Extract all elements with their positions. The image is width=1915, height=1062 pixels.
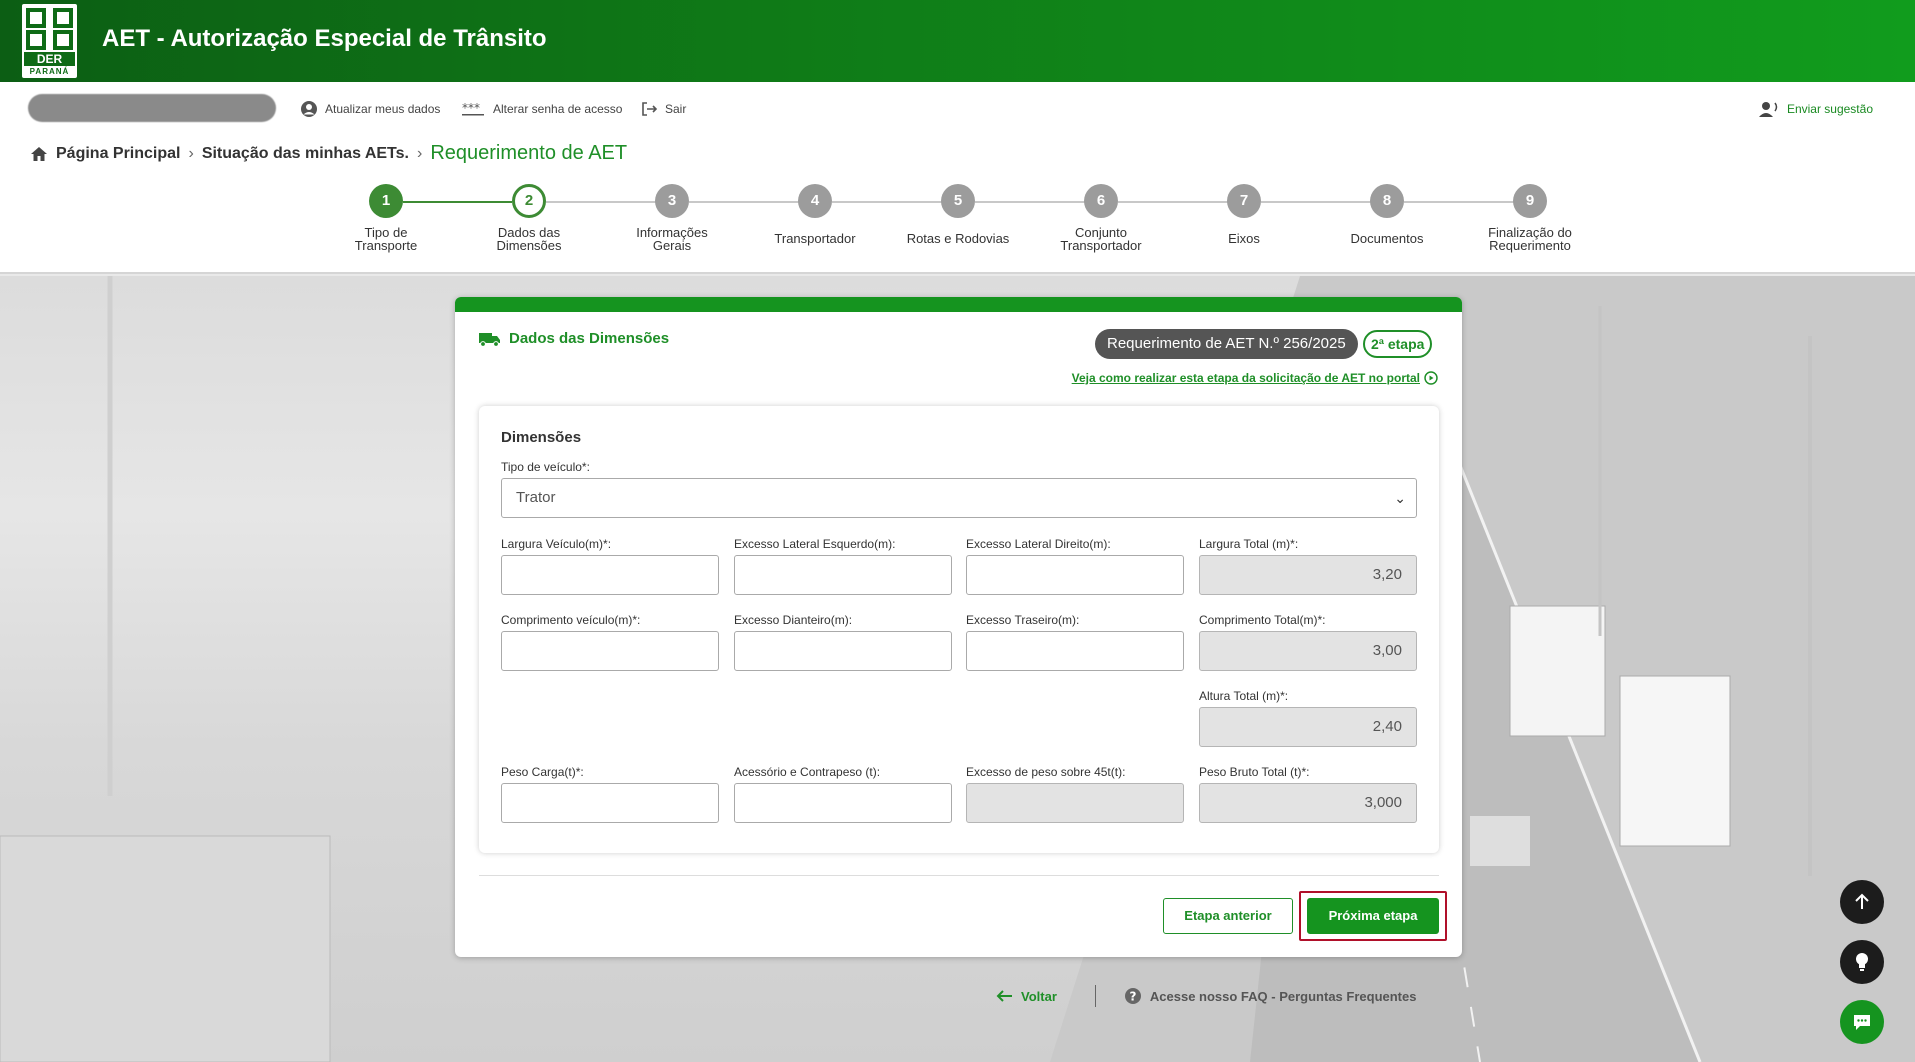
password-dots-icon: *** xyxy=(462,101,484,116)
breadcrumb-stepper-panel: Página Principal › Situação das minhas A… xyxy=(0,134,1915,274)
peso-bruto-total-input: 3,000 xyxy=(1199,783,1417,823)
card-accent-bar xyxy=(455,297,1462,312)
faq-link-text: Acesse nosso FAQ - Perguntas Frequentes xyxy=(1149,988,1417,1004)
step-6[interactable]: 6 Conjunto Transportador xyxy=(1031,184,1171,252)
card-title: Dados das Dimensões xyxy=(479,330,669,347)
step-3[interactable]: 3 Informações Gerais xyxy=(602,184,742,252)
excesso-traseiro-label: Excesso Traseiro(m): xyxy=(966,613,1080,627)
section-title: Dimensões xyxy=(501,429,582,446)
play-circle-icon xyxy=(1424,371,1438,385)
chevron-down-icon: ⌄ xyxy=(1394,490,1406,506)
logout-link[interactable]: Sair xyxy=(640,100,686,118)
help-link[interactable]: Veja como realizar esta etapa da solicit… xyxy=(1072,371,1438,385)
step-2[interactable]: 2 Dados das Dimensões xyxy=(459,184,599,252)
user-circle-icon xyxy=(301,101,317,117)
change-password-label: Alterar senha de acesso xyxy=(493,102,623,116)
footer-separator xyxy=(1094,985,1096,1007)
card-title-text: Dados das Dimensões xyxy=(509,330,670,347)
vehicle-type-select[interactable]: Trator ⌄ xyxy=(501,478,1417,518)
vehicle-type-value: Trator xyxy=(516,489,556,506)
acessorio-contrapeso-input[interactable] xyxy=(734,783,952,823)
excesso-lateral-esquerdo-input[interactable] xyxy=(734,555,952,595)
user-name-badge xyxy=(28,94,276,122)
breadcrumb-aets[interactable]: Situação das minhas AETs. xyxy=(202,145,409,163)
vehicle-type-label: Tipo de veículo*: xyxy=(501,460,590,474)
user-bar: Atualizar meus dados *** Alterar senha d… xyxy=(0,82,1915,134)
largura-veiculo-label: Largura Veículo(m)*: xyxy=(501,537,612,551)
dimensions-form: Dimensões Tipo de veículo*: Trator ⌄ Lar… xyxy=(479,406,1439,853)
excesso-lateral-direito-label: Excesso Lateral Direito(m): xyxy=(966,537,1111,551)
altura-total-input: 2,40 xyxy=(1199,707,1417,747)
chevron-right-icon: › xyxy=(416,144,423,162)
comprimento-veiculo-label: Comprimento veículo(m)*: xyxy=(501,613,641,627)
largura-total-label: Largura Total (m)*: xyxy=(1199,537,1299,551)
step-9[interactable]: 9 Finalização do Requerimento xyxy=(1460,184,1600,252)
step-5[interactable]: 5 Rotas e Rodovias xyxy=(888,184,1028,245)
step-7[interactable]: 7 Eixos xyxy=(1174,184,1314,245)
excesso-dianteiro-label: Excesso Dianteiro(m): xyxy=(734,613,853,627)
arrow-left-icon xyxy=(996,990,1012,1002)
altura-total-label: Altura Total (m)*: xyxy=(1199,689,1289,703)
peso-carga-input[interactable] xyxy=(501,783,719,823)
chat-button[interactable] xyxy=(1840,1000,1884,1044)
svg-text:***: *** xyxy=(462,101,480,115)
footer-links: Voltar ? Acesse nosso FAQ - Perguntas Fr… xyxy=(995,985,1416,1007)
dimensions-card: Dados das Dimensões Requerimento de AET … xyxy=(455,297,1462,957)
comprimento-veiculo-input[interactable] xyxy=(501,631,719,671)
comprimento-total-input: 3,00 xyxy=(1199,631,1417,671)
user-voice-icon xyxy=(1758,102,1778,117)
step-4[interactable]: 4 Transportador xyxy=(745,184,885,245)
stage-badge: 2ª etapa xyxy=(1363,330,1433,358)
progress-stepper: 1 Tipo de Transporte 2 Dados das Dimensões… xyxy=(0,184,1915,264)
help-link-text: Veja como realizar esta etapa da solicit… xyxy=(1071,371,1420,385)
faq-link[interactable]: ? Acesse nosso FAQ - Perguntas Frequente… xyxy=(1124,987,1417,1005)
tips-button[interactable] xyxy=(1840,940,1884,984)
app-header: DER PARANÁ AET - Autorização Especial de… xyxy=(0,0,1915,82)
back-link[interactable]: Voltar xyxy=(995,989,1057,1004)
update-data-label: Atualizar meus dados xyxy=(325,102,441,116)
logo-subtext: PARANÁ xyxy=(29,67,70,76)
excesso-dianteiro-input[interactable] xyxy=(734,631,952,671)
excesso-peso-input xyxy=(966,783,1184,823)
arrow-up-icon xyxy=(1855,893,1869,909)
excesso-lateral-esquerdo-label: Excesso Lateral Esquerdo(m): xyxy=(734,537,896,551)
update-data-link[interactable]: Atualizar meus dados xyxy=(300,100,440,118)
logout-label: Sair xyxy=(665,102,687,116)
previous-step-button[interactable]: Etapa anterior xyxy=(1163,898,1293,934)
next-step-button[interactable]: Próxima etapa xyxy=(1307,898,1439,934)
acessorio-contrapeso-label: Acessório e Contrapeso (t): xyxy=(734,765,881,779)
scroll-top-button[interactable] xyxy=(1840,880,1884,924)
svg-text:?: ? xyxy=(1129,990,1136,1004)
comprimento-total-label: Comprimento Total(m)*: xyxy=(1199,613,1326,627)
excesso-peso-label: Excesso de peso sobre 45t(t): xyxy=(966,765,1126,779)
excesso-lateral-direito-input[interactable] xyxy=(966,555,1184,595)
breadcrumb-home[interactable]: Página Principal xyxy=(56,145,180,163)
logo-text: DER xyxy=(24,52,75,66)
home-icon[interactable] xyxy=(30,146,48,162)
app-title: AET - Autorização Especial de Trânsito xyxy=(102,25,547,52)
peso-carga-label: Peso Carga(t)*: xyxy=(501,765,584,779)
largura-veiculo-input[interactable] xyxy=(501,555,719,595)
request-number-badge: Requerimento de AET N.º 256/2025 xyxy=(1095,329,1358,359)
question-circle-icon: ? xyxy=(1124,988,1141,1004)
back-link-text: Voltar xyxy=(1021,988,1057,1004)
breadcrumb: Página Principal › Situação das minhas A… xyxy=(30,142,627,165)
send-suggestion-link[interactable]: Enviar sugestão xyxy=(1758,100,1873,118)
change-password-link[interactable]: *** Alterar senha de acesso xyxy=(462,100,622,118)
excesso-traseiro-input[interactable] xyxy=(966,631,1184,671)
divider xyxy=(479,875,1439,876)
breadcrumb-current: Requerimento de AET xyxy=(430,142,628,164)
truck-icon xyxy=(479,332,500,347)
logout-icon xyxy=(642,102,658,116)
step-1[interactable]: 1 Tipo de Transporte xyxy=(316,184,456,252)
largura-total-input: 3,20 xyxy=(1199,555,1417,595)
lightbulb-icon xyxy=(1856,953,1868,971)
step-8[interactable]: 8 Documentos xyxy=(1317,184,1457,245)
peso-bruto-total-label: Peso Bruto Total (t)*: xyxy=(1199,765,1310,779)
send-suggestion-label: Enviar sugestão xyxy=(1786,102,1873,116)
chevron-right-icon: › xyxy=(188,144,194,162)
der-logo[interactable]: DER PARANÁ xyxy=(22,4,77,78)
chat-icon xyxy=(1854,1015,1870,1030)
